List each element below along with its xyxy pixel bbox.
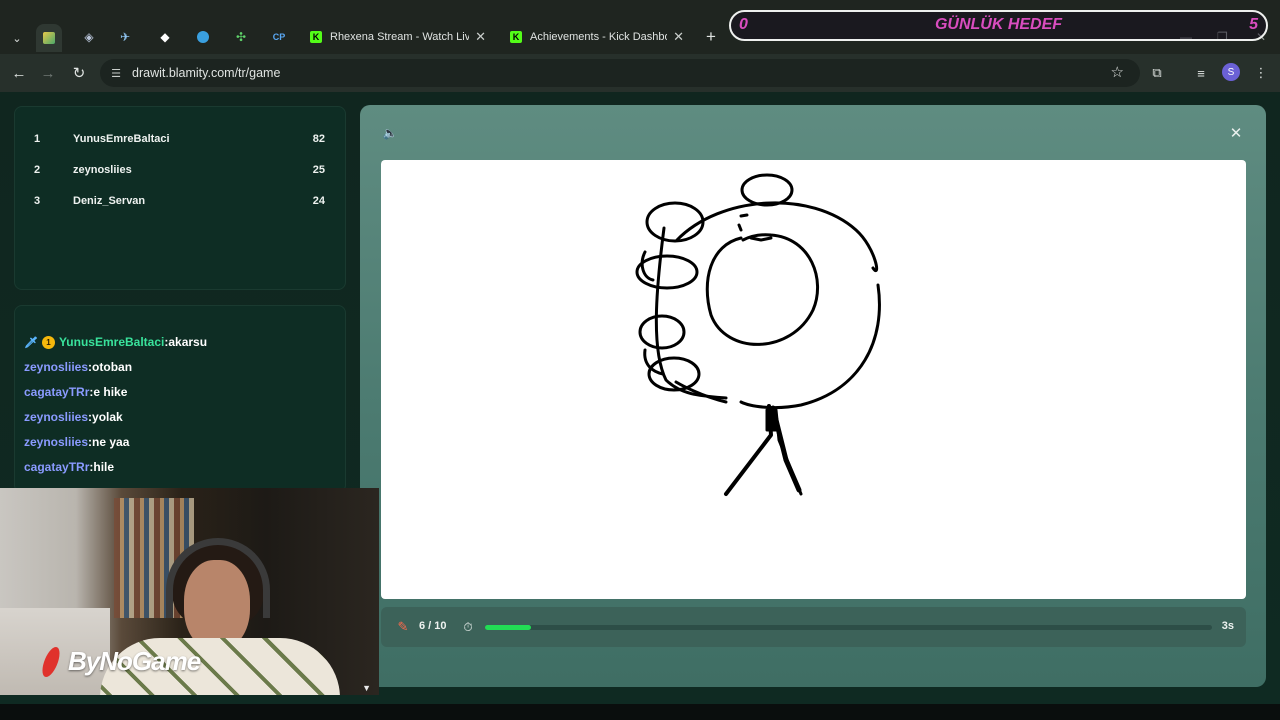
- chat-text: ne yaa: [92, 435, 130, 449]
- chat-message: zeynosliies: otoban: [24, 360, 133, 374]
- pinned-tab-steam[interactable]: ✈: [112, 26, 138, 48]
- score-player: zeynosliies: [73, 163, 132, 176]
- cp-icon: CP: [272, 32, 286, 42]
- tab-kick-achievements[interactable]: K Achievements - Kick Dashboard ✕: [500, 22, 694, 52]
- chat-username[interactable]: zeynosliies: [24, 410, 88, 424]
- address-bar[interactable]: ☰ drawit.blamity.com/tr/game ☆: [100, 59, 1140, 87]
- score-points: 82: [312, 132, 325, 145]
- pinned-tab-app[interactable]: [190, 26, 216, 48]
- chat-panel: 🗡 1 YunusEmreBaltaci: akarsu zeynosliies:…: [14, 305, 346, 493]
- browser-menu-icon[interactable]: ⋮: [1251, 63, 1271, 83]
- score-rank: 1: [34, 132, 41, 145]
- chat-message: cagatayTRr: e hike: [24, 385, 128, 399]
- tab-title: Rhexena Stream - Watch Live o: [330, 31, 470, 43]
- chat-message: 🗡 1 YunusEmreBaltaci: akarsu: [24, 335, 208, 349]
- app-icon: [197, 31, 209, 43]
- stroke-stand-left: [724, 404, 773, 496]
- score-rank: 3: [34, 194, 41, 207]
- profile-avatar[interactable]: S: [1222, 63, 1240, 81]
- diamond-icon: ◆: [160, 30, 170, 44]
- pencil-icon: ✎: [397, 619, 409, 634]
- kick-icon: K: [510, 31, 522, 43]
- stopwatch-icon: ⏱: [463, 619, 473, 634]
- chat-username[interactable]: cagatayTRr: [24, 460, 89, 474]
- goal-target: 5: [1249, 16, 1258, 33]
- chat-text: yolak: [92, 410, 123, 424]
- chat-text: e hike: [93, 385, 128, 399]
- round-counter: 6 / 10: [419, 620, 447, 632]
- tab-search-button[interactable]: ⌄: [6, 27, 28, 49]
- drawit-icon: [43, 32, 55, 44]
- chevron-down-icon: ▼: [362, 683, 371, 693]
- drawing-strokes: [635, 173, 881, 496]
- chat-username[interactable]: zeynosliies: [24, 360, 88, 374]
- chat-message: zeynosliies: yolak: [24, 410, 123, 424]
- chat-username[interactable]: zeynosliies: [24, 435, 88, 449]
- bookmark-star-icon[interactable]: ☆: [1111, 63, 1124, 81]
- channel-watermark: ByNoGame: [38, 646, 201, 677]
- stroke-outer-right: [739, 283, 881, 410]
- chat-username[interactable]: YunusEmreBaltaci: [59, 335, 164, 349]
- extensions-icon[interactable]: ⧉: [1147, 63, 1167, 83]
- webcam-overlay: ByNoGame ▼: [0, 488, 379, 695]
- media-controls-icon[interactable]: ≡: [1191, 63, 1211, 83]
- watermark-text: ByNoGame: [68, 646, 201, 676]
- coin-badge: 1: [41, 335, 55, 349]
- chat-text: akarsu: [168, 335, 208, 349]
- score-points: 25: [312, 163, 325, 176]
- new-tab-button[interactable]: +: [700, 26, 722, 48]
- back-button[interactable]: ←: [8, 62, 30, 84]
- pinned-tab-cp[interactable]: CP: [266, 26, 292, 48]
- kitty-icon: ◈: [84, 30, 94, 44]
- round-status-bar: ✎ 6 / 10 ⏱ 3s: [381, 607, 1246, 647]
- pinned-tab-drawit[interactable]: [36, 24, 62, 52]
- tab-rhexena-stream[interactable]: K Rhexena Stream - Watch Live o ✕: [300, 22, 496, 52]
- scoreboard: 1 YunusEmreBaltaci 82 2 zeynosliies 25 3…: [14, 106, 346, 290]
- forward-button[interactable]: →: [37, 62, 59, 84]
- chat-username[interactable]: cagatayTRr: [24, 385, 89, 399]
- score-row: 2 zeynosliies 25: [15, 154, 345, 185]
- score-player: Deniz_Servan: [73, 194, 146, 207]
- goal-title: GÜNLÜK HEDEF: [934, 16, 1063, 33]
- daily-goal-overlay: 0 GÜNLÜK HEDEF 5: [729, 10, 1268, 41]
- chat-message: zeynosliies: ne yaa: [24, 435, 130, 449]
- drawing-canvas[interactable]: [381, 160, 1246, 599]
- sword-icon: 🗡: [24, 336, 38, 349]
- bottom-strip: [0, 704, 1280, 720]
- site-info-icon[interactable]: ☰: [108, 65, 124, 81]
- speaker-icon[interactable]: 🔈: [382, 125, 398, 141]
- score-rank: 2: [34, 163, 41, 176]
- browser-toolbar: ← → ↻ ☰ drawit.blamity.com/tr/game ☆ ⧉ ≡…: [0, 54, 1280, 92]
- close-tab-icon[interactable]: ✕: [475, 29, 486, 45]
- pinned-tab-kitty[interactable]: ◈: [76, 26, 102, 48]
- score-player: YunusEmreBaltaci: [73, 132, 170, 145]
- game-panel: 🔈 ✕ ✎ 6 / 10 ⏱ 3s: [360, 105, 1266, 687]
- time-remaining: 3s: [1221, 620, 1234, 632]
- time-progress-track: [485, 625, 1212, 630]
- chat-text: hile: [93, 460, 115, 474]
- bynogame-logo-icon: [38, 647, 64, 677]
- close-tab-icon[interactable]: ✕: [673, 29, 684, 45]
- close-icon[interactable]: ✕: [1228, 125, 1244, 142]
- score-row: 3 Deniz_Servan 24: [15, 185, 345, 216]
- kick-icon: K: [310, 31, 322, 43]
- pinned-tab-diamond[interactable]: ◆: [152, 26, 178, 48]
- tab-title: Achievements - Kick Dashboard: [530, 31, 667, 43]
- chat-text: otoban: [92, 360, 133, 374]
- score-points: 24: [312, 194, 325, 207]
- url-text[interactable]: drawit.blamity.com/tr/game: [132, 66, 280, 80]
- chat-message: cagatayTRr: hile: [24, 460, 115, 474]
- stroke-inner-circle: [705, 233, 819, 346]
- pinned-tab-puzzle[interactable]: ✣: [228, 26, 254, 48]
- steam-icon: ✈: [119, 30, 131, 44]
- puzzle-icon: ✣: [235, 30, 247, 44]
- time-progress-fill: [485, 625, 531, 630]
- score-row: 1 YunusEmreBaltaci 82: [15, 123, 345, 154]
- reload-button[interactable]: ↻: [68, 62, 90, 84]
